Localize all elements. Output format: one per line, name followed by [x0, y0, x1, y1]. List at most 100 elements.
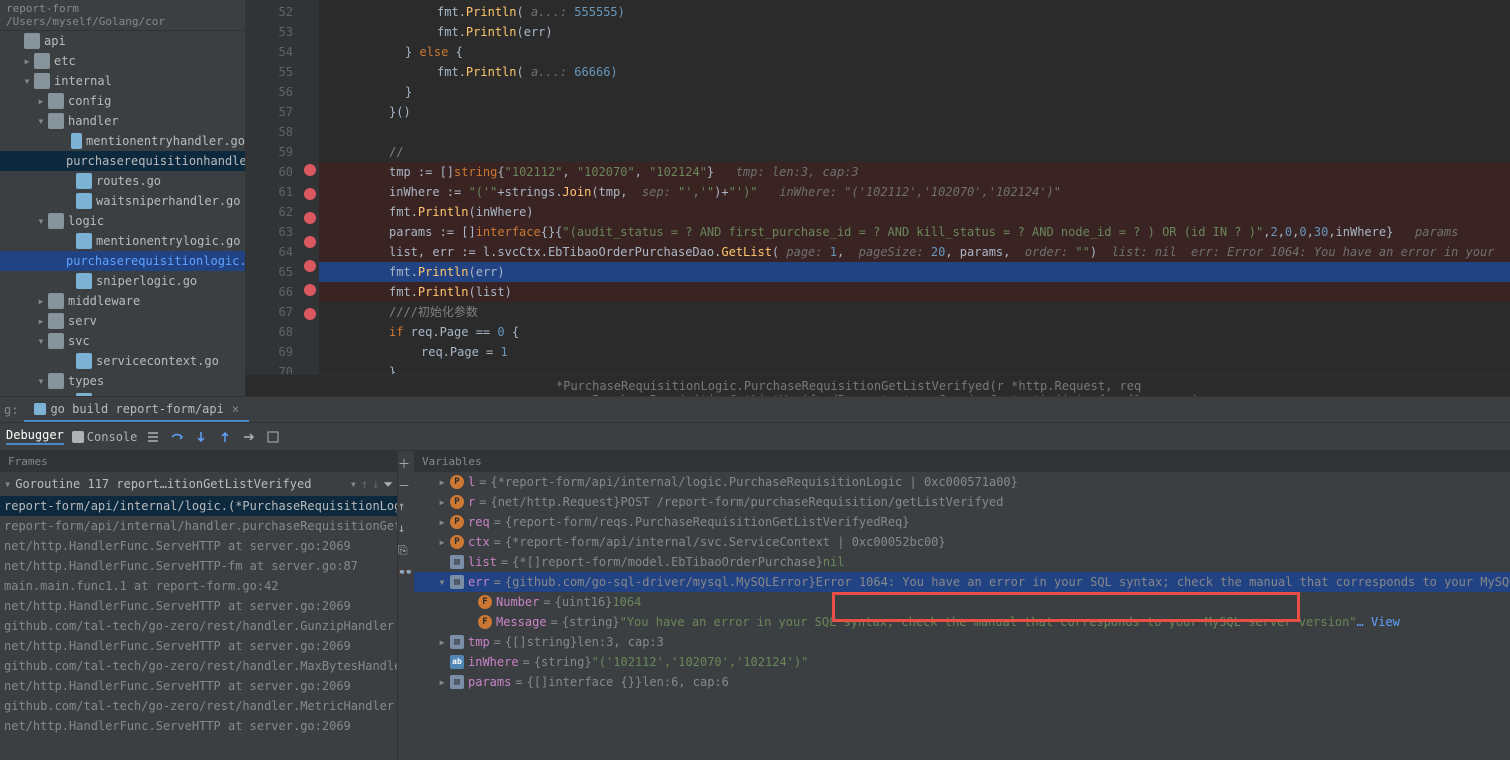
chevron-icon[interactable]: ▸ [434, 472, 450, 492]
variable-row[interactable]: ▸Preq = {report-form/reqs.PurchaseRequis… [414, 512, 1510, 532]
stack-frame[interactable]: github.com/tal-tech/go-zero/rest/handler… [0, 616, 397, 636]
stack-frame[interactable]: report-form/api/internal/logic.(*Purchas… [0, 496, 397, 516]
line-number-gutter[interactable]: 52535455565758596061626364656667686970 [246, 0, 301, 374]
run-to-cursor-icon[interactable] [241, 429, 257, 445]
up-icon[interactable]: ↑ [398, 499, 414, 515]
code-line[interactable]: tmp := []string{"102112", "102070", "102… [319, 162, 1510, 182]
line-number[interactable]: 53 [246, 22, 301, 42]
tree-item[interactable]: ▸etc [0, 51, 245, 71]
line-number[interactable]: 58 [246, 122, 301, 142]
close-icon[interactable]: × [232, 402, 239, 416]
tree-item[interactable]: waitsniperhandler.go [0, 191, 245, 211]
breakpoint-icon[interactable] [304, 284, 316, 296]
remove-watch-icon[interactable]: － [398, 477, 414, 493]
line-number[interactable]: 60 [246, 162, 301, 182]
threads-icon[interactable] [145, 429, 161, 445]
code-line[interactable]: fmt.Println( a...: 555555) [319, 2, 1510, 22]
tree-item[interactable]: ▸middleware [0, 291, 245, 311]
line-number[interactable]: 64 [246, 242, 301, 262]
code-line[interactable]: fmt.Println(list) [319, 282, 1510, 302]
run-tab-bar[interactable]: g: go build report-form/api × [0, 396, 1510, 422]
variable-row[interactable]: FMessage = {string} "You have an error i… [414, 612, 1510, 632]
stack-frame[interactable]: net/http.HandlerFunc.ServeHTTP at server… [0, 636, 397, 656]
breakpoint-icon[interactable] [304, 260, 316, 272]
breakpoint-icon[interactable] [304, 308, 316, 320]
breakpoint-icon[interactable] [304, 236, 316, 248]
evaluate-icon[interactable] [265, 429, 281, 445]
debugger-tab[interactable]: Debugger [6, 428, 64, 445]
code-line[interactable]: inWhere := "('"+strings.Join(tmp, sep: "… [319, 182, 1510, 202]
stack-frame[interactable]: net/http.HandlerFunc.ServeHTTP at server… [0, 716, 397, 736]
chevron-icon[interactable]: ▸ [434, 672, 450, 692]
tree-item[interactable]: ▾svc [0, 331, 245, 351]
tree-item[interactable]: ▾handler [0, 111, 245, 131]
line-number[interactable]: 65 [246, 262, 301, 282]
tree-item[interactable]: purchaserequisitionhandler [0, 151, 245, 171]
stack-frame[interactable]: net/http.HandlerFunc.ServeHTTP at server… [0, 596, 397, 616]
chevron-icon[interactable]: ▾ [434, 572, 450, 592]
tree-item[interactable]: routes.go [0, 171, 245, 191]
copy-icon[interactable]: ⎘ [398, 543, 414, 559]
step-over-icon[interactable] [169, 429, 185, 445]
variable-row[interactable]: ▸▤tmp = {[]string} len:3, cap:3 [414, 632, 1510, 652]
line-number[interactable]: 70 [246, 362, 301, 374]
code-line[interactable]: list, err := l.svcCtx.EbTibaoOrderPurcha… [319, 242, 1510, 262]
code-line[interactable]: fmt.Println(err) [319, 22, 1510, 42]
line-number[interactable]: 62 [246, 202, 301, 222]
tree-item[interactable]: ▾internal [0, 71, 245, 91]
code-content[interactable]: fmt.Println( a...: 555555)fmt.Println(er… [319, 0, 1510, 374]
line-number[interactable]: 52 [246, 2, 301, 22]
breakpoint-icon[interactable] [304, 188, 316, 200]
variable-row[interactable]: ▸Pctx = {*report-form/api/internal/svc.S… [414, 532, 1510, 552]
variable-row[interactable]: ▤list = {*[]report-form/model.EbTibaoOrd… [414, 552, 1510, 572]
breakpoint-icon[interactable] [304, 212, 316, 224]
add-watch-icon[interactable]: ＋ [398, 455, 414, 471]
tree-item[interactable]: purchaserequisitionlogic.go [0, 251, 245, 271]
variable-row[interactable]: ▸▤params = {[]interface {}} len:6, cap:6 [414, 672, 1510, 692]
stack-frame[interactable]: report-form/api/internal/handler.purchas… [0, 516, 397, 536]
prev-frame-icon[interactable]: ↑ [361, 477, 368, 491]
chevron-icon[interactable]: ▸ [434, 492, 450, 512]
variable-row[interactable]: ▸Pr = {net/http.Request} POST /report-fo… [414, 492, 1510, 512]
tree-item[interactable]: ▾types [0, 371, 245, 391]
next-frame-icon[interactable]: ↓ [372, 477, 379, 491]
code-line[interactable]: } [319, 362, 1510, 374]
breakpoint-gutter[interactable] [301, 0, 319, 374]
variable-row[interactable]: FNumber = {uint16} 1064 [414, 592, 1510, 612]
stack-frame[interactable]: github.com/tal-tech/go-zero/rest/handler… [0, 656, 397, 676]
chevron-icon[interactable]: ▸ [434, 632, 450, 652]
glasses-icon[interactable]: 👓 [398, 565, 414, 581]
code-line[interactable]: // [319, 142, 1510, 162]
code-line[interactable]: fmt.Println(inWhere) [319, 202, 1510, 222]
code-line[interactable] [319, 122, 1510, 142]
line-number[interactable]: 69 [246, 342, 301, 362]
goroutine-selector[interactable]: ▾ Goroutine 117 report…itionGetListVerif… [0, 472, 397, 496]
tree-item[interactable]: sniperlogic.go [0, 271, 245, 291]
step-into-icon[interactable] [193, 429, 209, 445]
variable-row[interactable]: abinWhere = {string} "('102112','102070'… [414, 652, 1510, 672]
chevron-icon[interactable]: ▸ [434, 512, 450, 532]
variable-row[interactable]: ▾▤err = {github.com/go-sql-driver/mysql.… [414, 572, 1510, 592]
variable-row[interactable]: ▸Pl = {*report-form/api/internal/logic.P… [414, 472, 1510, 492]
line-number[interactable]: 59 [246, 142, 301, 162]
line-number[interactable]: 55 [246, 62, 301, 82]
stack-frame[interactable]: net/http.HandlerFunc.ServeHTTP at server… [0, 536, 397, 556]
stack-frame[interactable]: main.main.func1.1 at report-form.go:42 [0, 576, 397, 596]
code-line[interactable]: req.Page = 1 [319, 342, 1510, 362]
tree-item[interactable]: api [0, 31, 245, 51]
code-line[interactable]: fmt.Println(err) [319, 262, 1510, 282]
code-line[interactable]: fmt.Println( a...: 66666) [319, 62, 1510, 82]
code-line[interactable]: if req.Page == 0 { [319, 322, 1510, 342]
console-tab[interactable]: Console [72, 430, 138, 444]
line-number[interactable]: 68 [246, 322, 301, 342]
tree-item[interactable]: servicecontext.go [0, 351, 245, 371]
line-number[interactable]: 54 [246, 42, 301, 62]
line-number[interactable]: 66 [246, 282, 301, 302]
code-line[interactable]: }() [319, 102, 1510, 122]
run-config-tab[interactable]: go build report-form/api × [24, 398, 249, 422]
down-icon[interactable]: ↓ [398, 521, 414, 537]
stack-frame[interactable]: github.com/tal-tech/go-zero/rest/handler… [0, 696, 397, 716]
code-line[interactable]: } [319, 82, 1510, 102]
code-line[interactable]: params := []interface{}{"(audit_status =… [319, 222, 1510, 242]
tree-item[interactable]: mentionentrylogic.go [0, 231, 245, 251]
